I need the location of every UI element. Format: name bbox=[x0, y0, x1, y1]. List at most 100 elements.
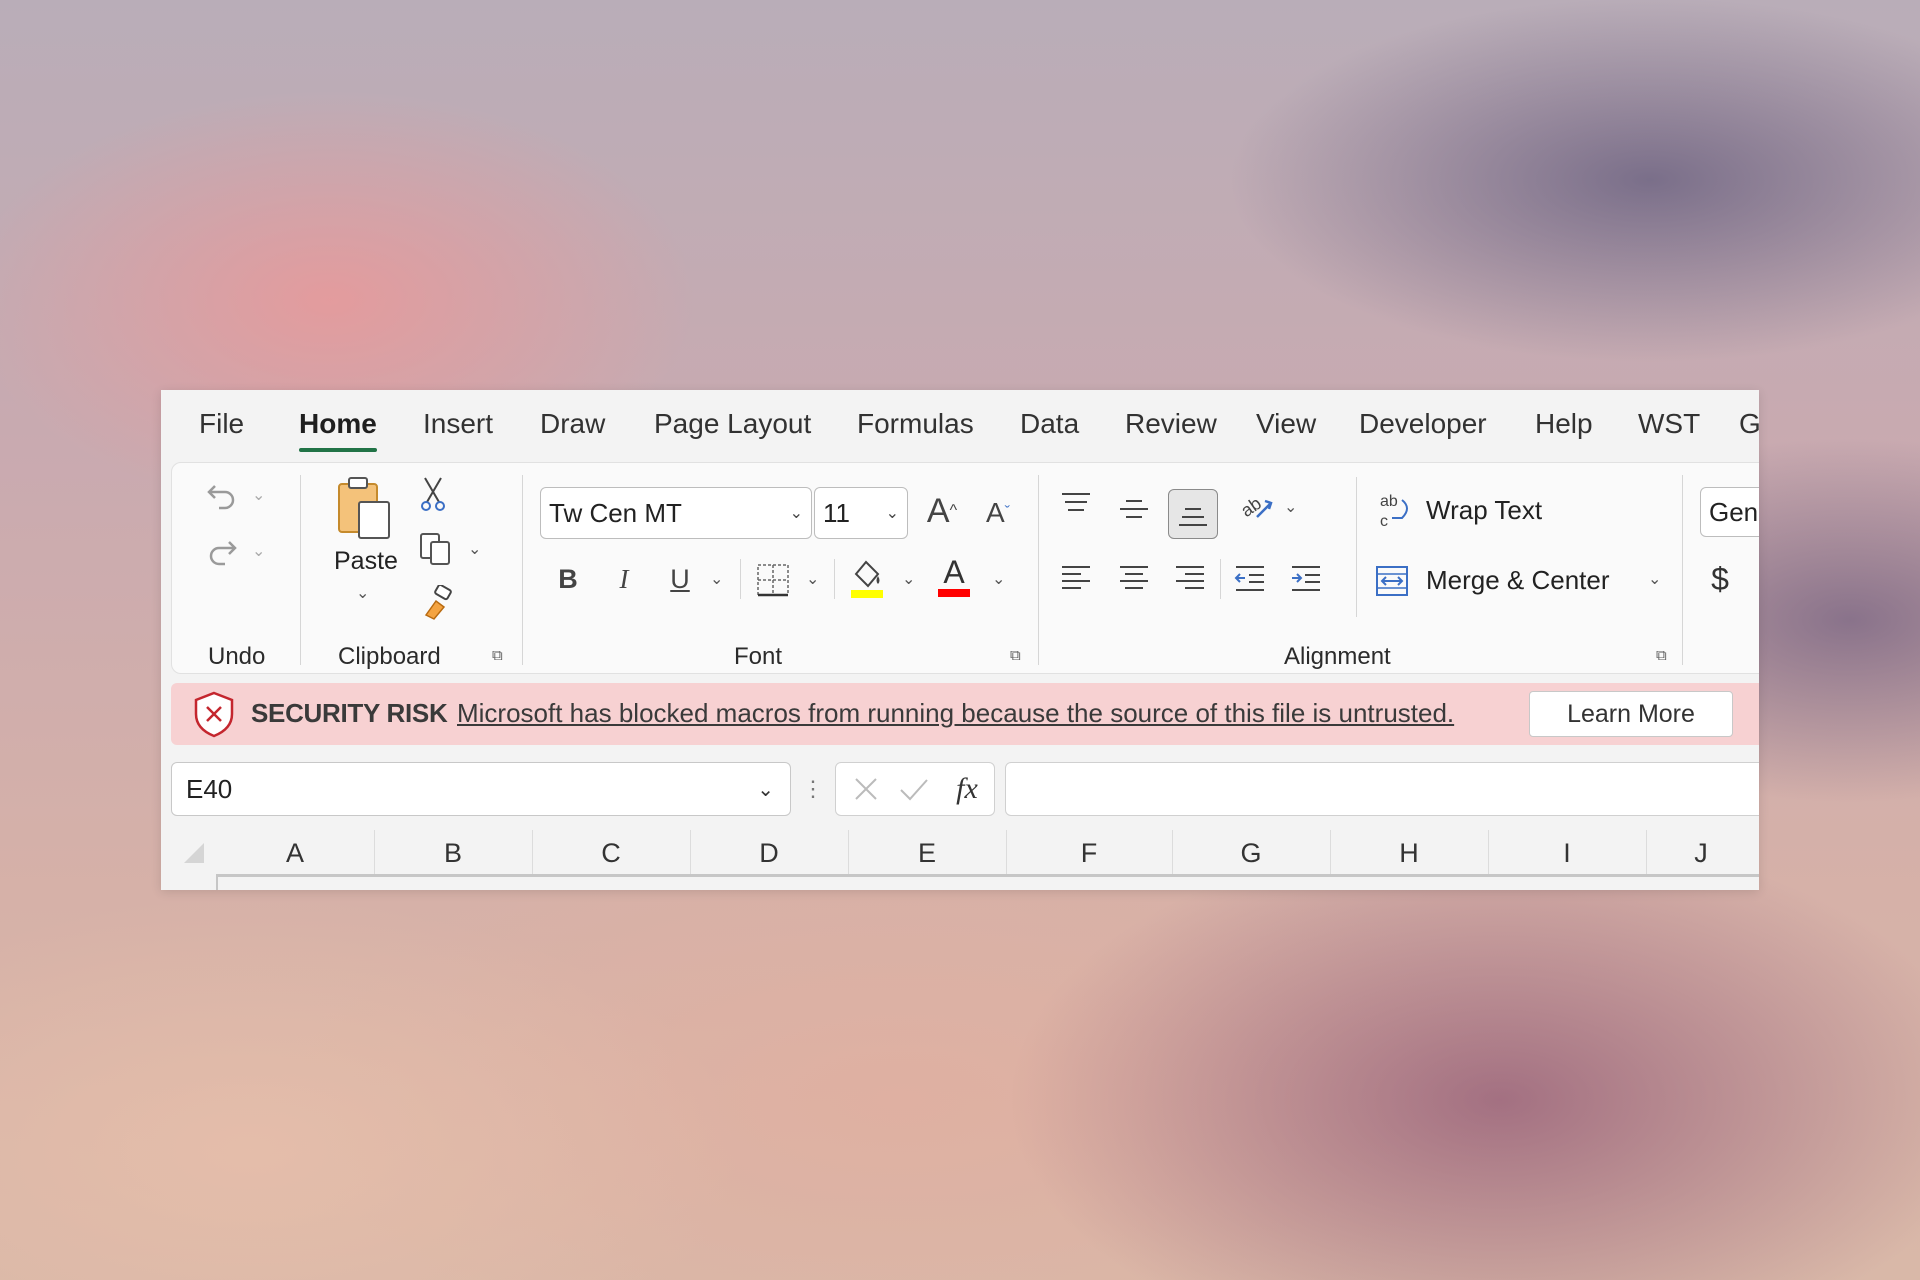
fill-color-dropdown-icon[interactable]: ⌄ bbox=[902, 569, 915, 589]
wrap-text-button[interactable]: Wrap Text bbox=[1426, 495, 1542, 526]
column-header[interactable]: C bbox=[532, 830, 691, 876]
tab-view[interactable]: View bbox=[1256, 408, 1316, 440]
merge-center-icon[interactable] bbox=[1372, 561, 1412, 601]
tab-data[interactable]: Data bbox=[1020, 408, 1079, 440]
align-center-icon[interactable] bbox=[1114, 559, 1154, 599]
security-risk-message-link[interactable]: Microsoft has blocked macros from runnin… bbox=[457, 698, 1454, 729]
toolbar-separator bbox=[1356, 477, 1357, 617]
column-header[interactable]: I bbox=[1488, 830, 1647, 876]
copy-icon[interactable] bbox=[416, 529, 456, 569]
italic-button[interactable]: I bbox=[604, 559, 644, 599]
security-risk-title: SECURITY RISK bbox=[251, 698, 448, 728]
column-headers: A B C D E F G H I J bbox=[161, 830, 1759, 890]
merge-center-button[interactable]: Merge & Center bbox=[1426, 565, 1610, 596]
name-box-value: E40 bbox=[186, 773, 233, 804]
header-bottom-border bbox=[216, 874, 1759, 877]
undo-dropdown-icon[interactable]: ⌄ bbox=[252, 485, 265, 505]
middle-align-icon[interactable] bbox=[1114, 489, 1154, 529]
row-header-stub bbox=[216, 876, 218, 890]
column-header[interactable]: E bbox=[848, 830, 1007, 876]
chevron-down-icon[interactable]: ⌄ bbox=[757, 777, 774, 802]
bold-button[interactable]: B bbox=[548, 559, 588, 599]
align-left-icon[interactable] bbox=[1056, 559, 1096, 599]
number-format-combobox[interactable]: Gene bbox=[1700, 487, 1759, 537]
insert-function-button[interactable]: fx bbox=[946, 769, 988, 809]
svg-text:c: c bbox=[1380, 513, 1388, 530]
svg-text:ab: ab bbox=[1380, 493, 1398, 510]
tab-wst[interactable]: WST bbox=[1638, 408, 1700, 440]
orientation-icon[interactable]: ab bbox=[1236, 485, 1276, 527]
tab-formulas[interactable]: Formulas bbox=[857, 408, 974, 440]
column-header[interactable]: H bbox=[1330, 830, 1489, 876]
increase-indent-icon[interactable] bbox=[1286, 559, 1326, 599]
tab-file[interactable]: File bbox=[199, 408, 244, 440]
formula-input[interactable] bbox=[1005, 762, 1759, 816]
tab-insert[interactable]: Insert bbox=[423, 408, 493, 440]
select-all-icon[interactable] bbox=[181, 840, 207, 866]
bottom-align-icon[interactable] bbox=[1168, 489, 1218, 539]
learn-more-button[interactable]: Learn More bbox=[1529, 691, 1733, 737]
format-painter-icon[interactable] bbox=[418, 583, 458, 623]
top-align-icon[interactable] bbox=[1056, 487, 1096, 527]
tab-page-layout[interactable]: Page Layout bbox=[654, 408, 811, 440]
increase-font-size-icon[interactable]: A ^ bbox=[920, 489, 964, 533]
column-header[interactable]: G bbox=[1172, 830, 1331, 876]
decrease-font-size-icon[interactable]: Aˇ bbox=[978, 491, 1018, 535]
group-label-undo: Undo bbox=[208, 643, 266, 670]
tab-overflow[interactable]: G bbox=[1739, 408, 1759, 440]
chevron-down-icon[interactable]: ⌄ bbox=[790, 503, 803, 523]
redo-icon[interactable] bbox=[202, 531, 242, 571]
tab-draw[interactable]: Draw bbox=[540, 408, 605, 440]
column-header[interactable]: B bbox=[374, 830, 533, 876]
tab-home[interactable]: Home bbox=[299, 408, 377, 452]
chevron-down-icon[interactable]: ⌄ bbox=[886, 503, 899, 523]
underline-button[interactable]: U bbox=[660, 559, 700, 599]
cut-icon[interactable] bbox=[416, 475, 450, 513]
group-label-font: Font bbox=[734, 643, 783, 670]
align-right-icon[interactable] bbox=[1170, 559, 1210, 599]
borders-icon[interactable] bbox=[752, 559, 794, 601]
tab-review[interactable]: Review bbox=[1125, 408, 1217, 440]
enter-icon[interactable] bbox=[896, 771, 932, 807]
font-name-combobox[interactable]: Tw Cen MT ⌄ bbox=[540, 487, 812, 539]
currency-button[interactable]: $ bbox=[1702, 557, 1738, 601]
paste-dropdown-icon[interactable]: ⌄ bbox=[356, 583, 369, 603]
orientation-dropdown-icon[interactable]: ⌄ bbox=[1284, 497, 1297, 517]
svg-text:ab: ab bbox=[1237, 493, 1265, 521]
paste-button-label[interactable]: Paste bbox=[334, 547, 398, 576]
font-color-icon[interactable]: A bbox=[934, 553, 974, 599]
borders-dropdown-icon[interactable]: ⌄ bbox=[806, 569, 819, 589]
column-header[interactable]: A bbox=[216, 830, 375, 876]
tab-help[interactable]: Help bbox=[1535, 408, 1593, 440]
font-size-value: 11 bbox=[823, 497, 850, 528]
undo-icon[interactable] bbox=[202, 475, 242, 515]
wrap-text-icon[interactable]: ab c bbox=[1376, 489, 1416, 531]
merge-center-dropdown-icon[interactable]: ⌄ bbox=[1648, 569, 1661, 589]
tab-developer[interactable]: Developer bbox=[1359, 408, 1487, 440]
name-box[interactable]: E40 ⌄ bbox=[171, 762, 791, 816]
font-name-value: Tw Cen MT bbox=[549, 497, 682, 528]
clipboard-launcher-icon[interactable]: ⧉ bbox=[492, 647, 510, 665]
shield-warning-icon bbox=[189, 689, 239, 739]
group-separator bbox=[1038, 475, 1039, 665]
formula-actions: fx bbox=[835, 762, 995, 816]
security-risk-banner: SECURITY RISK Microsoft has blocked macr… bbox=[171, 683, 1759, 745]
column-header[interactable]: D bbox=[690, 830, 849, 876]
more-options-icon[interactable]: ⋮ bbox=[802, 772, 824, 806]
decrease-indent-icon[interactable] bbox=[1230, 559, 1270, 599]
cancel-icon[interactable] bbox=[848, 771, 884, 807]
paste-icon[interactable] bbox=[330, 475, 400, 545]
font-launcher-icon[interactable]: ⧉ bbox=[1010, 647, 1028, 665]
group-label-clipboard: Clipboard bbox=[338, 643, 441, 670]
column-header[interactable]: J bbox=[1646, 830, 1756, 876]
underline-dropdown-icon[interactable]: ⌄ bbox=[710, 569, 723, 589]
column-header[interactable]: F bbox=[1006, 830, 1173, 876]
alignment-launcher-icon[interactable]: ⧉ bbox=[1656, 647, 1674, 665]
formula-bar: E40 ⌄ ⋮ fx bbox=[171, 762, 1759, 818]
redo-dropdown-icon[interactable]: ⌄ bbox=[252, 541, 265, 561]
copy-dropdown-icon[interactable]: ⌄ bbox=[468, 539, 481, 559]
fill-color-icon[interactable] bbox=[846, 555, 888, 601]
font-size-combobox[interactable]: 11 ⌄ bbox=[814, 487, 908, 539]
font-color-dropdown-icon[interactable]: ⌄ bbox=[992, 569, 1005, 589]
toolbar-separator bbox=[1220, 559, 1221, 599]
